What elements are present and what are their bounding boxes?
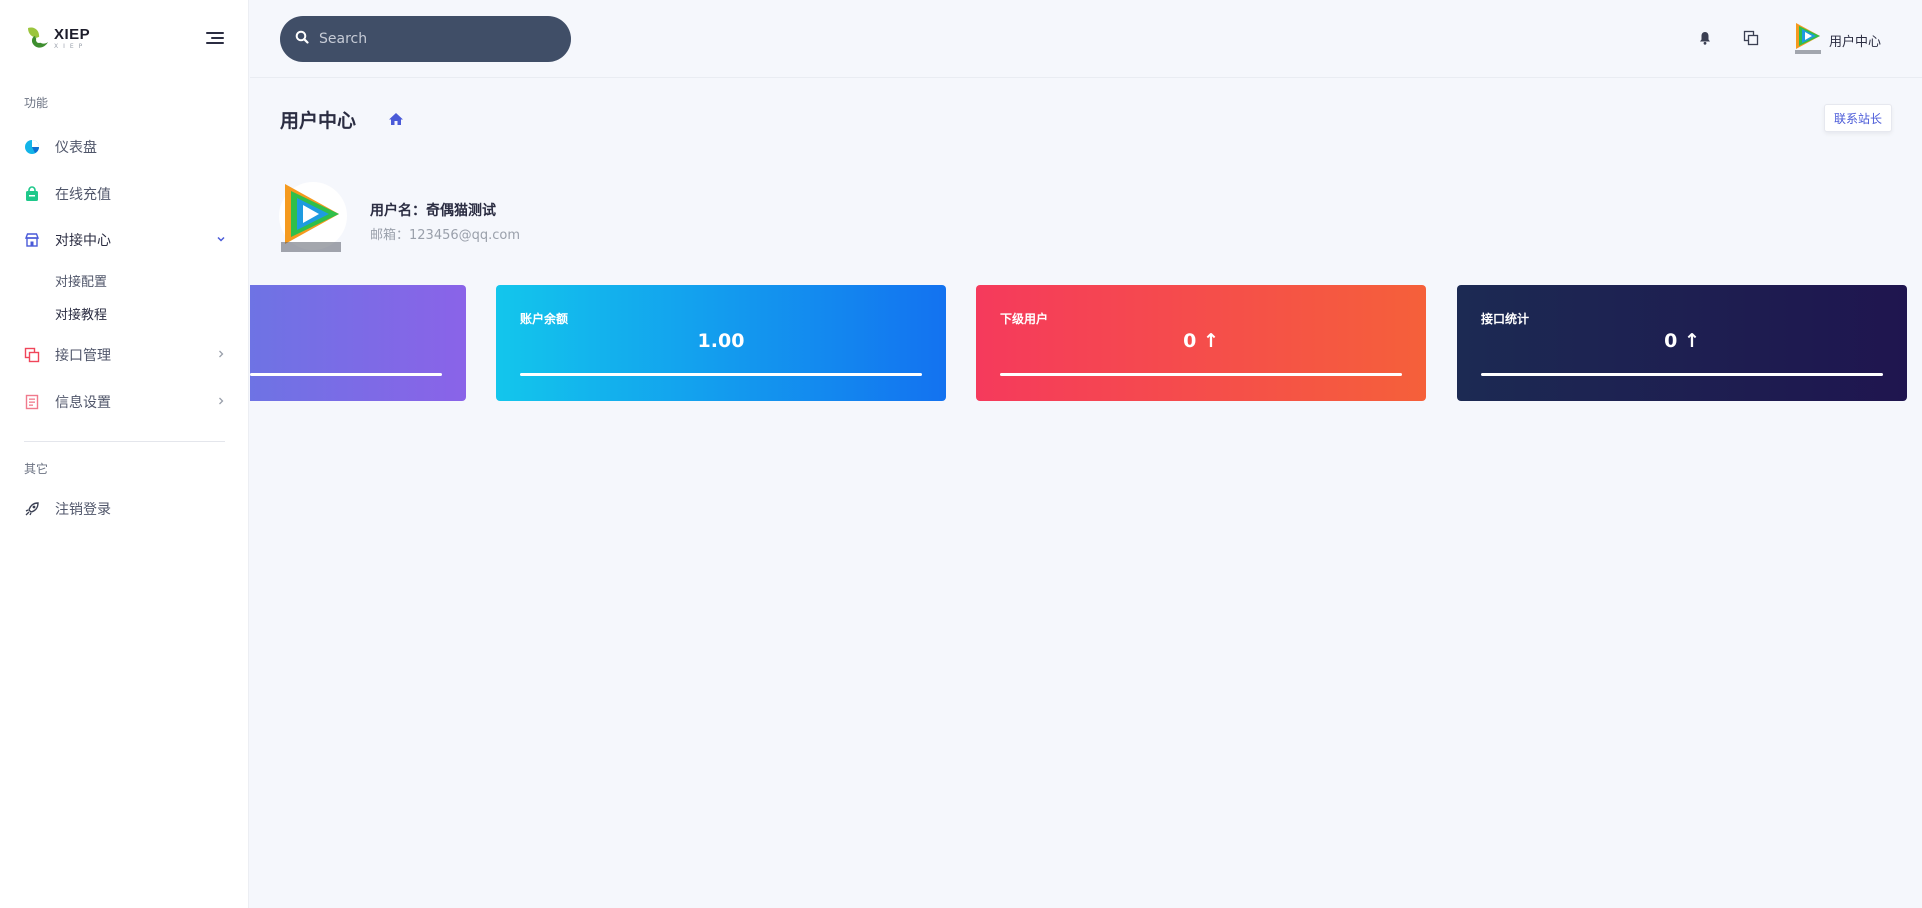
- sidebar-item-label: 注销登录: [55, 502, 111, 518]
- user-menu[interactable]: 用户中心: [1793, 20, 1881, 60]
- brand-name: XIEP: [54, 25, 91, 43]
- stat-card-value: 1.00: [697, 330, 745, 352]
- page-title: 用户中心: [280, 110, 357, 132]
- sidebar-item-label: 仪表盘: [55, 140, 97, 156]
- bell-icon[interactable]: [1697, 30, 1713, 46]
- chevron-right-icon: [216, 349, 226, 362]
- sidebar-item-label: 在线充值: [55, 187, 111, 203]
- sidebar-item-api-management[interactable]: 接口管理: [24, 341, 226, 369]
- sidebar-item-label: 对接中心: [55, 233, 111, 249]
- rocket-icon: [24, 501, 40, 517]
- user-menu-label: 用户中心: [1829, 34, 1882, 50]
- copy-icon: [24, 347, 40, 363]
- sidebar-subitem-docking-config[interactable]: 对接配置: [55, 271, 107, 290]
- stat-card-bar: [520, 373, 922, 376]
- sidebar-subitem-docking-tutorial[interactable]: 对接教程: [55, 304, 107, 323]
- stat-card-title: 接口统计: [1481, 312, 1530, 326]
- avatar: [1793, 20, 1823, 60]
- stat-card-sub-users: 下级用户 0 ↑: [976, 285, 1426, 401]
- chevron-right-icon: [216, 396, 226, 409]
- search-input[interactable]: [319, 31, 549, 47]
- stat-card-bar: [1481, 373, 1883, 376]
- sidebar-item-docking-center[interactable]: 对接中心: [24, 226, 226, 254]
- stat-card-balance: 账户余额 1.00: [496, 285, 946, 401]
- brand-logo[interactable]: XIEP XIEP: [24, 24, 90, 52]
- contact-admin-button[interactable]: 联系站长: [1824, 104, 1892, 132]
- pie-chart-icon: [24, 139, 40, 155]
- home-icon[interactable]: [388, 112, 404, 126]
- search-box[interactable]: [280, 16, 571, 62]
- profile-username: 用户名：奇偶猫测试: [370, 203, 496, 219]
- copy-window-icon[interactable]: [1743, 30, 1759, 46]
- sidebar-item-recharge[interactable]: 在线充值: [24, 180, 226, 208]
- section-label-main: 功能: [24, 96, 49, 110]
- sidebar-item-logout[interactable]: 注销登录: [24, 495, 226, 523]
- stat-card-title: 下级用户: [1000, 312, 1049, 326]
- chevron-down-icon: [216, 234, 226, 247]
- document-icon: [24, 394, 40, 410]
- logo-leaf-icon: [24, 24, 50, 52]
- sidebar-item-label: 接口管理: [55, 348, 111, 364]
- stat-card-bar: [1000, 373, 1402, 376]
- stat-card-bar: [250, 373, 442, 376]
- sidebar-item-label: 信息设置: [55, 395, 111, 411]
- sidebar-divider: [24, 441, 225, 442]
- sidebar-item-dashboard[interactable]: 仪表盘: [24, 133, 226, 161]
- menu-toggle-icon[interactable]: [206, 32, 224, 46]
- stat-card-api-stats: 接口统计 0 ↑: [1457, 285, 1907, 401]
- stat-card-value: 0 ↑: [1664, 330, 1700, 352]
- sidebar: XIEP XIEP 功能 仪表盘 在线充值 对接中心 对接配置 对接教程 接口管…: [0, 0, 249, 908]
- stat-card-1: [250, 285, 466, 401]
- profile-email: 邮箱：123456@qq.com: [370, 228, 521, 243]
- stat-card-value: 0 ↑: [1183, 330, 1219, 352]
- bag-icon: [24, 186, 40, 202]
- search-icon: [295, 30, 309, 48]
- sidebar-item-info-settings[interactable]: 信息设置: [24, 388, 226, 416]
- stat-card-title: 账户余额: [520, 312, 569, 326]
- store-icon: [24, 232, 40, 248]
- section-label-other: 其它: [24, 462, 49, 476]
- profile-avatar: [279, 178, 347, 254]
- brand-subtitle: XIEP: [54, 42, 88, 50]
- topbar: 用户中心: [250, 0, 1922, 78]
